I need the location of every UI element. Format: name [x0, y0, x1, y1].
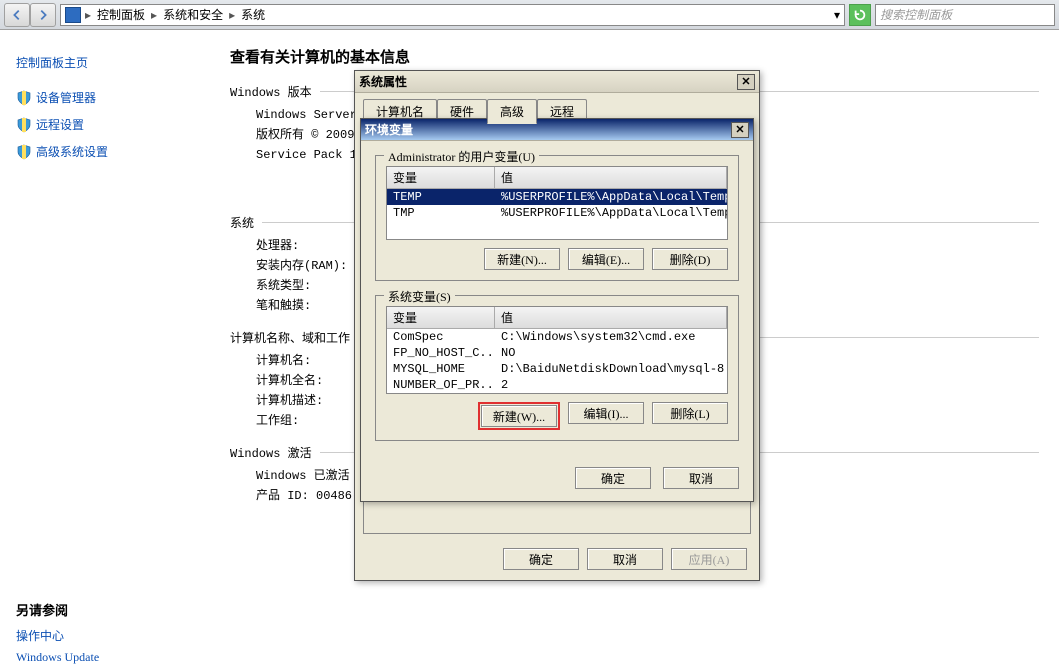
back-arrow-icon — [10, 8, 24, 22]
search-input[interactable]: 搜索控制面板 — [875, 4, 1055, 26]
cell-var: MYSQL_HOME — [387, 361, 495, 377]
table-row[interactable]: NUMBER_OF_PR... 2 — [387, 377, 727, 393]
cell-val: NO — [495, 345, 727, 361]
user-variables-legend: Administrator 的用户变量(U) — [384, 148, 539, 165]
refresh-button[interactable] — [849, 4, 871, 26]
system-variables-group: 系统变量(S) 变量 值 ComSpec C:\Windows\system32… — [375, 295, 739, 441]
sysprop-apply-button: 应用(A) — [671, 548, 747, 570]
sidebar-item-label: 高级系统设置 — [36, 143, 108, 160]
breadcrumb-2[interactable]: 系统和安全 — [161, 6, 225, 23]
shield-icon — [16, 117, 32, 133]
environment-variables-dialog: 环境变量 ✕ Administrator 的用户变量(U) 变量 值 TEMP … — [360, 118, 754, 502]
forward-arrow-icon — [36, 8, 50, 22]
user-edit-button[interactable]: 编辑(E)... — [568, 248, 644, 270]
table-row[interactable]: TEMP %USERPROFILE%\AppData\Local\Temp — [387, 189, 727, 205]
control-panel-icon — [65, 7, 81, 23]
system-variables-legend: 系统变量(S) — [384, 288, 455, 305]
system-variables-table[interactable]: 变量 值 ComSpec C:\Windows\system32\cmd.exe… — [386, 306, 728, 394]
sysprop-cancel-button[interactable]: 取消 — [587, 548, 663, 570]
system-edit-button[interactable]: 编辑(I)... — [568, 402, 644, 424]
user-new-button[interactable]: 新建(N)... — [484, 248, 560, 270]
tab-advanced[interactable]: 高级 — [487, 99, 537, 124]
sidebar-item-label: 远程设置 — [36, 116, 84, 133]
system-delete-button[interactable]: 删除(L) — [652, 402, 728, 424]
column-header-value[interactable]: 值 — [495, 167, 727, 188]
cell-var: ComSpec — [387, 329, 495, 345]
system-new-button[interactable]: 新建(W)... — [481, 405, 557, 427]
sidebar-item-label: 设备管理器 — [36, 89, 96, 106]
table-row[interactable]: ComSpec C:\Windows\system32\cmd.exe — [387, 329, 727, 345]
address-bar[interactable]: ▸ 控制面板 ▸ 系统和安全 ▸ 系统 ▾ — [60, 4, 845, 26]
sidebar-item-remote-settings[interactable]: 远程设置 — [16, 116, 194, 133]
column-header-variable[interactable]: 变量 — [387, 167, 495, 188]
refresh-icon — [853, 8, 867, 22]
close-button[interactable]: ✕ — [731, 122, 749, 138]
page-title: 查看有关计算机的基本信息 — [230, 46, 1039, 67]
address-toolbar: ▸ 控制面板 ▸ 系统和安全 ▸ 系统 ▾ 搜索控制面板 — [0, 0, 1059, 30]
table-row[interactable]: TMP %USERPROFILE%\AppData\Local\Temp — [387, 205, 727, 221]
user-variables-table[interactable]: 变量 值 TEMP %USERPROFILE%\AppData\Local\Te… — [386, 166, 728, 240]
close-button[interactable]: ✕ — [737, 74, 755, 90]
cell-var: TEMP — [387, 189, 495, 205]
dialog-title-text: 系统属性 — [359, 73, 407, 90]
sysprop-ok-button[interactable]: 确定 — [503, 548, 579, 570]
shield-icon — [16, 90, 32, 106]
column-header-variable[interactable]: 变量 — [387, 307, 495, 328]
breadcrumb-1[interactable]: 控制面板 — [95, 6, 147, 23]
envvars-ok-button[interactable]: 确定 — [575, 467, 651, 489]
shield-icon — [16, 144, 32, 160]
see-also-heading: 另请参阅 — [16, 600, 194, 619]
breadcrumb-3[interactable]: 系统 — [239, 6, 267, 23]
cell-val: %USERPROFILE%\AppData\Local\Temp — [495, 205, 727, 221]
table-row[interactable]: FP_NO_HOST_C... NO — [387, 345, 727, 361]
highlight-box: 新建(W)... — [478, 402, 560, 430]
user-delete-button[interactable]: 删除(D) — [652, 248, 728, 270]
dialog-titlebar[interactable]: 环境变量 ✕ — [361, 119, 753, 141]
group-windows-edition: Windows 版本 — [230, 83, 312, 100]
forward-button[interactable] — [30, 3, 56, 27]
close-icon: ✕ — [741, 75, 750, 88]
cell-var: TMP — [387, 205, 495, 221]
dialog-title-text: 环境变量 — [365, 121, 413, 138]
cell-val: C:\Windows\system32\cmd.exe — [495, 329, 727, 345]
back-button[interactable] — [4, 3, 30, 27]
group-computer-name: 计算机名称、域和工作 — [230, 329, 350, 346]
sidebar-item-device-manager[interactable]: 设备管理器 — [16, 89, 194, 106]
sidebar-home-link[interactable]: 控制面板主页 — [16, 54, 194, 71]
cell-var: FP_NO_HOST_C... — [387, 345, 495, 361]
user-variables-group: Administrator 的用户变量(U) 变量 值 TEMP %USERPR… — [375, 155, 739, 281]
address-dropdown-icon[interactable]: ▾ — [834, 8, 840, 22]
search-placeholder: 搜索控制面板 — [880, 6, 952, 23]
column-header-value[interactable]: 值 — [495, 307, 727, 328]
sidebar: 控制面板主页 设备管理器 远程设置 高级系统设置 另请参阅 操作中心 Windo… — [0, 30, 210, 648]
see-also-windows-update[interactable]: Windows Update — [16, 650, 194, 665]
cell-val: 2 — [495, 377, 727, 393]
cell-var: NUMBER_OF_PR... — [387, 377, 495, 393]
sidebar-item-advanced-settings[interactable]: 高级系统设置 — [16, 143, 194, 160]
table-row[interactable]: MYSQL_HOME D:\BaiduNetdiskDownload\mysql… — [387, 361, 727, 377]
group-windows-activation: Windows 激活 — [230, 444, 312, 461]
see-also-action-center[interactable]: 操作中心 — [16, 627, 194, 644]
group-system: 系统 — [230, 214, 254, 231]
close-icon: ✕ — [735, 123, 744, 136]
dialog-titlebar[interactable]: 系统属性 ✕ — [355, 71, 759, 93]
envvars-cancel-button[interactable]: 取消 — [663, 467, 739, 489]
cell-val: D:\BaiduNetdiskDownload\mysql-8... — [495, 361, 727, 377]
cell-val: %USERPROFILE%\AppData\Local\Temp — [495, 189, 727, 205]
